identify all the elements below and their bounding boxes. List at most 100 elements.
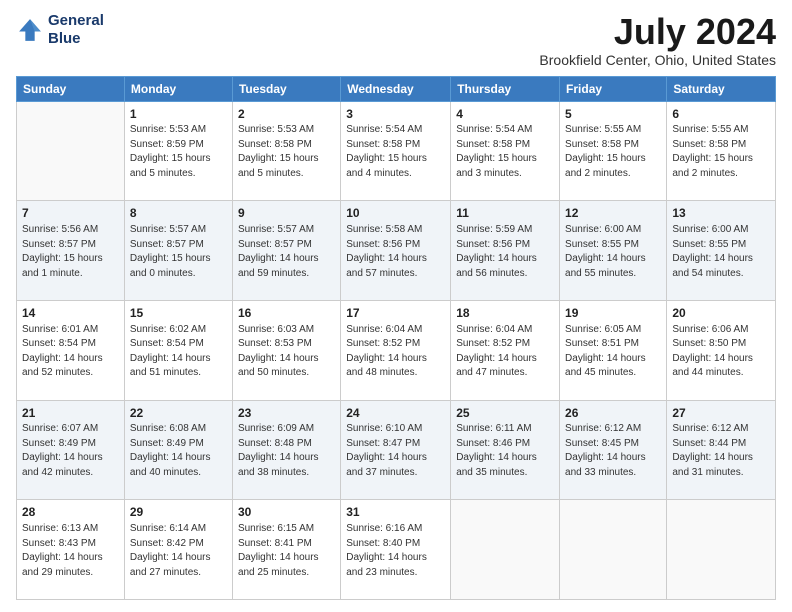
table-row: 2Sunrise: 5:53 AMSunset: 8:58 PMDaylight… bbox=[232, 101, 340, 201]
day-number: 6 bbox=[672, 106, 770, 123]
day-info: Sunrise: 5:57 AMSunset: 8:57 PMDaylight:… bbox=[238, 223, 335, 281]
day-number: 4 bbox=[456, 106, 554, 123]
day-info: Sunrise: 5:56 AMSunset: 8:57 PMDaylight:… bbox=[22, 223, 119, 281]
table-row: 30Sunrise: 6:15 AMSunset: 8:41 PMDayligh… bbox=[232, 500, 340, 600]
col-friday: Friday bbox=[560, 76, 667, 101]
day-info: Sunrise: 6:09 AMSunset: 8:48 PMDaylight:… bbox=[238, 422, 335, 480]
day-number: 11 bbox=[456, 205, 554, 222]
day-info: Sunrise: 6:10 AMSunset: 8:47 PMDaylight:… bbox=[346, 422, 445, 480]
table-row: 14Sunrise: 6:01 AMSunset: 8:54 PMDayligh… bbox=[17, 300, 125, 400]
day-info: Sunrise: 6:12 AMSunset: 8:45 PMDaylight:… bbox=[565, 422, 661, 480]
day-number: 16 bbox=[238, 305, 335, 322]
day-info: Sunrise: 6:02 AMSunset: 8:54 PMDaylight:… bbox=[130, 323, 227, 381]
table-row: 18Sunrise: 6:04 AMSunset: 8:52 PMDayligh… bbox=[451, 300, 560, 400]
day-number: 5 bbox=[565, 106, 661, 123]
col-sunday: Sunday bbox=[17, 76, 125, 101]
table-row: 7Sunrise: 5:56 AMSunset: 8:57 PMDaylight… bbox=[17, 201, 125, 301]
day-info: Sunrise: 5:53 AMSunset: 8:59 PMDaylight:… bbox=[130, 123, 227, 181]
day-info: Sunrise: 5:59 AMSunset: 8:56 PMDaylight:… bbox=[456, 223, 554, 281]
day-info: Sunrise: 6:08 AMSunset: 8:49 PMDaylight:… bbox=[130, 422, 227, 480]
day-number: 17 bbox=[346, 305, 445, 322]
table-row: 3Sunrise: 5:54 AMSunset: 8:58 PMDaylight… bbox=[341, 101, 451, 201]
logo-text-line1: General bbox=[48, 12, 104, 30]
table-row: 29Sunrise: 6:14 AMSunset: 8:42 PMDayligh… bbox=[124, 500, 232, 600]
day-number: 14 bbox=[22, 305, 119, 322]
table-row: 19Sunrise: 6:05 AMSunset: 8:51 PMDayligh… bbox=[560, 300, 667, 400]
day-info: Sunrise: 5:55 AMSunset: 8:58 PMDaylight:… bbox=[672, 123, 770, 181]
table-row: 12Sunrise: 6:00 AMSunset: 8:55 PMDayligh… bbox=[560, 201, 667, 301]
day-info: Sunrise: 6:05 AMSunset: 8:51 PMDaylight:… bbox=[565, 323, 661, 381]
col-wednesday: Wednesday bbox=[341, 76, 451, 101]
day-number: 22 bbox=[130, 405, 227, 422]
table-row: 25Sunrise: 6:11 AMSunset: 8:46 PMDayligh… bbox=[451, 400, 560, 500]
table-row: 31Sunrise: 6:16 AMSunset: 8:40 PMDayligh… bbox=[341, 500, 451, 600]
table-row bbox=[17, 101, 125, 201]
day-info: Sunrise: 5:54 AMSunset: 8:58 PMDaylight:… bbox=[456, 123, 554, 181]
table-row: 9Sunrise: 5:57 AMSunset: 8:57 PMDaylight… bbox=[232, 201, 340, 301]
day-number: 8 bbox=[130, 205, 227, 222]
day-number: 24 bbox=[346, 405, 445, 422]
table-row: 27Sunrise: 6:12 AMSunset: 8:44 PMDayligh… bbox=[667, 400, 776, 500]
table-row: 13Sunrise: 6:00 AMSunset: 8:55 PMDayligh… bbox=[667, 201, 776, 301]
day-number: 15 bbox=[130, 305, 227, 322]
logo-icon bbox=[16, 16, 44, 44]
calendar-table: Sunday Monday Tuesday Wednesday Thursday… bbox=[16, 76, 776, 600]
logo: General Blue bbox=[16, 12, 104, 48]
day-info: Sunrise: 5:58 AMSunset: 8:56 PMDaylight:… bbox=[346, 223, 445, 281]
col-monday: Monday bbox=[124, 76, 232, 101]
table-row: 6Sunrise: 5:55 AMSunset: 8:58 PMDaylight… bbox=[667, 101, 776, 201]
table-row: 4Sunrise: 5:54 AMSunset: 8:58 PMDaylight… bbox=[451, 101, 560, 201]
table-row bbox=[451, 500, 560, 600]
day-number: 27 bbox=[672, 405, 770, 422]
day-number: 12 bbox=[565, 205, 661, 222]
day-info: Sunrise: 6:16 AMSunset: 8:40 PMDaylight:… bbox=[346, 522, 445, 580]
day-number: 28 bbox=[22, 504, 119, 521]
table-row: 21Sunrise: 6:07 AMSunset: 8:49 PMDayligh… bbox=[17, 400, 125, 500]
day-number: 2 bbox=[238, 106, 335, 123]
day-number: 26 bbox=[565, 405, 661, 422]
table-row: 1Sunrise: 5:53 AMSunset: 8:59 PMDaylight… bbox=[124, 101, 232, 201]
col-saturday: Saturday bbox=[667, 76, 776, 101]
table-row bbox=[667, 500, 776, 600]
header: General Blue July 2024 Brookfield Center… bbox=[16, 12, 776, 68]
day-number: 9 bbox=[238, 205, 335, 222]
day-info: Sunrise: 6:04 AMSunset: 8:52 PMDaylight:… bbox=[456, 323, 554, 381]
day-number: 19 bbox=[565, 305, 661, 322]
table-row: 15Sunrise: 6:02 AMSunset: 8:54 PMDayligh… bbox=[124, 300, 232, 400]
day-info: Sunrise: 6:14 AMSunset: 8:42 PMDaylight:… bbox=[130, 522, 227, 580]
main-title: July 2024 bbox=[539, 12, 776, 52]
day-info: Sunrise: 6:06 AMSunset: 8:50 PMDaylight:… bbox=[672, 323, 770, 381]
table-row: 23Sunrise: 6:09 AMSunset: 8:48 PMDayligh… bbox=[232, 400, 340, 500]
day-info: Sunrise: 5:54 AMSunset: 8:58 PMDaylight:… bbox=[346, 123, 445, 181]
day-info: Sunrise: 6:00 AMSunset: 8:55 PMDaylight:… bbox=[565, 223, 661, 281]
day-number: 31 bbox=[346, 504, 445, 521]
day-number: 20 bbox=[672, 305, 770, 322]
day-info: Sunrise: 6:03 AMSunset: 8:53 PMDaylight:… bbox=[238, 323, 335, 381]
day-info: Sunrise: 6:11 AMSunset: 8:46 PMDaylight:… bbox=[456, 422, 554, 480]
calendar-header-row: Sunday Monday Tuesday Wednesday Thursday… bbox=[17, 76, 776, 101]
day-info: Sunrise: 6:00 AMSunset: 8:55 PMDaylight:… bbox=[672, 223, 770, 281]
logo-text-line2: Blue bbox=[48, 30, 104, 48]
day-info: Sunrise: 6:15 AMSunset: 8:41 PMDaylight:… bbox=[238, 522, 335, 580]
day-info: Sunrise: 5:55 AMSunset: 8:58 PMDaylight:… bbox=[565, 123, 661, 181]
day-number: 1 bbox=[130, 106, 227, 123]
day-number: 30 bbox=[238, 504, 335, 521]
day-number: 18 bbox=[456, 305, 554, 322]
table-row: 8Sunrise: 5:57 AMSunset: 8:57 PMDaylight… bbox=[124, 201, 232, 301]
day-info: Sunrise: 6:12 AMSunset: 8:44 PMDaylight:… bbox=[672, 422, 770, 480]
table-row: 22Sunrise: 6:08 AMSunset: 8:49 PMDayligh… bbox=[124, 400, 232, 500]
day-number: 13 bbox=[672, 205, 770, 222]
day-number: 7 bbox=[22, 205, 119, 222]
subtitle: Brookfield Center, Ohio, United States bbox=[539, 52, 776, 68]
day-number: 3 bbox=[346, 106, 445, 123]
page: General Blue July 2024 Brookfield Center… bbox=[0, 0, 792, 612]
table-row: 11Sunrise: 5:59 AMSunset: 8:56 PMDayligh… bbox=[451, 201, 560, 301]
day-info: Sunrise: 5:53 AMSunset: 8:58 PMDaylight:… bbox=[238, 123, 335, 181]
table-row: 17Sunrise: 6:04 AMSunset: 8:52 PMDayligh… bbox=[341, 300, 451, 400]
table-row bbox=[560, 500, 667, 600]
day-number: 29 bbox=[130, 504, 227, 521]
table-row: 5Sunrise: 5:55 AMSunset: 8:58 PMDaylight… bbox=[560, 101, 667, 201]
title-area: July 2024 Brookfield Center, Ohio, Unite… bbox=[539, 12, 776, 68]
day-info: Sunrise: 6:07 AMSunset: 8:49 PMDaylight:… bbox=[22, 422, 119, 480]
day-info: Sunrise: 6:04 AMSunset: 8:52 PMDaylight:… bbox=[346, 323, 445, 381]
